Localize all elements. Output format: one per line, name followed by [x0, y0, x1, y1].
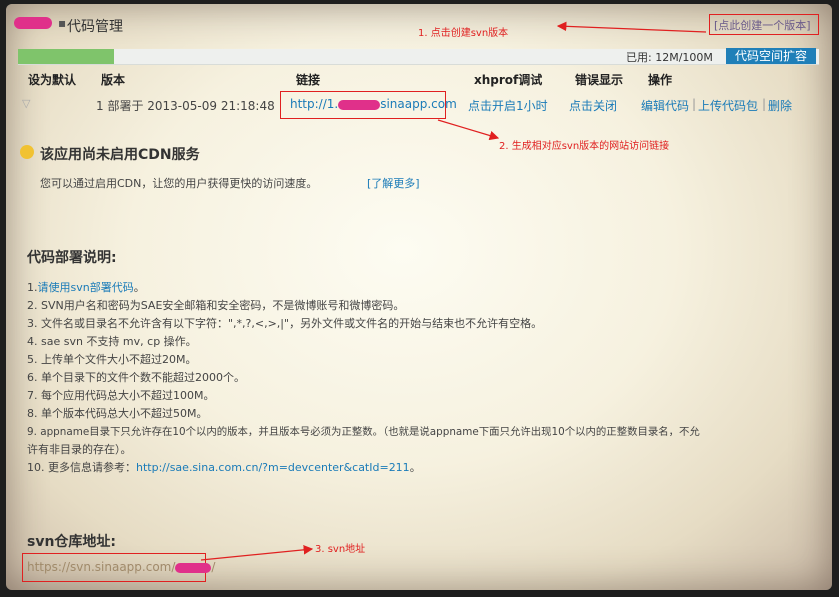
annotation-arrow-1	[556, 21, 707, 33]
annotation-arrow-2	[437, 119, 500, 141]
page-canvas: ▪ 代码管理 1. 点击创建svn版本 [点此创建一个版本] 已用: 12M/1…	[6, 4, 832, 590]
annotation-arrow-3	[200, 545, 314, 561]
annotation-arrows	[200, 21, 707, 561]
